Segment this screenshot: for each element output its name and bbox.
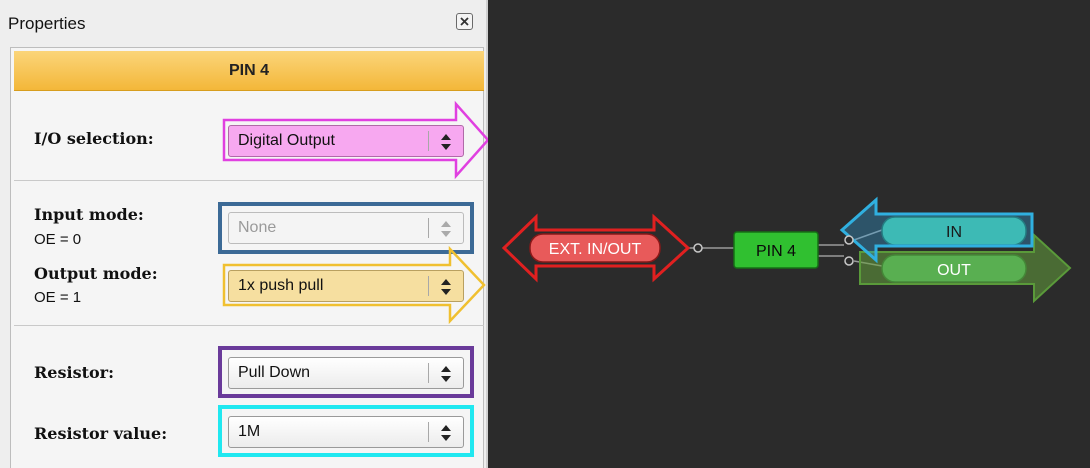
cyan-highlight-box: [218, 405, 474, 457]
pin-header: PIN 4: [14, 51, 484, 91]
output-mode-oe: OE = 1: [34, 289, 82, 306]
yellow-highlight-arrow: [222, 245, 486, 325]
io-selection-label: I/O selection:: [34, 129, 154, 148]
input-mode-label: Input mode:: [34, 205, 144, 224]
out-node-label: OUT: [937, 262, 971, 279]
ext-in-out-label: EXT. IN/OUT: [549, 241, 642, 258]
panel-title: Properties: [8, 14, 86, 33]
resistor-label: Resistor:: [34, 363, 114, 382]
close-icon[interactable]: [456, 13, 473, 30]
pink-highlight-arrow: [222, 100, 490, 180]
ext-connector-icon[interactable]: [693, 243, 703, 253]
out-connector-icon[interactable]: [844, 256, 854, 266]
in-connector-icon[interactable]: [844, 235, 854, 245]
schematic-canvas: OUT IN EXT. IN/OUT PIN 4: [488, 0, 1090, 468]
input-mode-oe: OE = 0: [34, 231, 82, 248]
resistor-value-label: Resistor value:: [34, 424, 168, 443]
in-node-label: IN: [946, 224, 962, 241]
purple-highlight-box: [218, 346, 474, 398]
pin-node-label: PIN 4: [756, 243, 796, 260]
output-mode-label: Output mode:: [34, 264, 158, 283]
